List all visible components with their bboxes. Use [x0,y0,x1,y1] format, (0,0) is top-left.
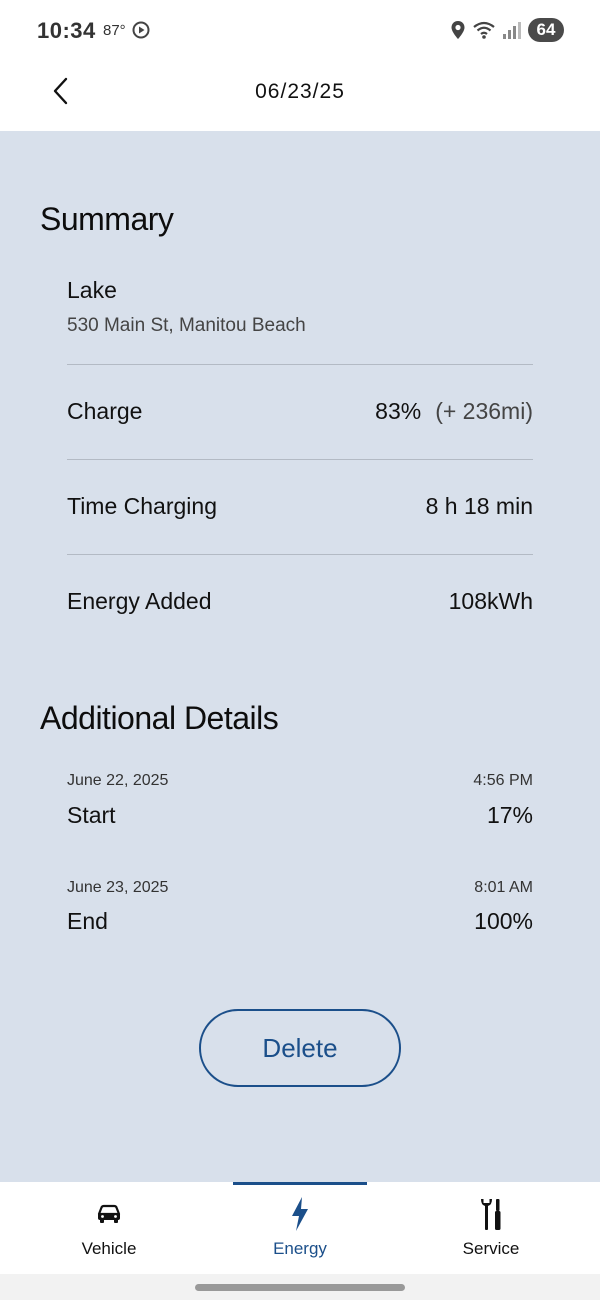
tools-icon [391,1194,591,1234]
divider [67,459,533,460]
gesture-area [0,1274,600,1300]
status-bar: 10:34 87° 64 [0,0,600,60]
location-name: Lake [67,277,117,303]
charge-value-group: 83% (+ 236mi) [375,398,533,425]
play-circle-icon [132,21,150,39]
car-icon [9,1194,209,1234]
nav-label-vehicle: Vehicle [81,1239,137,1258]
signal-icon [503,22,521,39]
header: 06/23/25 [0,60,600,131]
energy-added-value: 108kWh [448,588,533,614]
end-label: End [67,908,108,934]
start-time: 4:56 PM [473,772,533,789]
summary-title: Summary [40,201,174,237]
charge-range: (+ 236mi) [435,398,533,424]
location-icon [451,21,465,39]
status-temperature: 87° [103,22,126,39]
home-gesture-bar[interactable] [195,1284,405,1291]
start-label: Start [67,802,116,828]
end-date: June 23, 2025 [67,879,169,896]
charge-value: 83% [375,398,422,424]
bottom-nav: Vehicle Energy Service [0,1182,600,1274]
nav-label-service: Service [462,1239,520,1258]
status-icons: 64 [450,18,564,42]
energy-added-label: Energy Added [67,588,212,614]
nav-label-energy: Energy [273,1239,327,1258]
start-value: 17% [486,802,533,828]
location-address: 530 Main St, Manitou Beach [67,315,306,336]
delete-button[interactable]: Delete [199,1009,401,1087]
nav-item-service[interactable]: Service [391,1182,591,1274]
end-value: 100% [474,908,533,934]
wifi-icon [473,21,495,39]
battery-icon: 64 [528,18,564,42]
status-time: 10:34 [37,18,96,43]
time-charging-value: 8 h 18 min [425,493,533,519]
nav-item-vehicle[interactable]: Vehicle [9,1182,209,1274]
charge-label: Charge [67,398,143,424]
end-time: 8:01 AM [474,879,533,896]
page-title: 06/23/25 [255,80,345,103]
divider [67,364,533,365]
start-date: June 22, 2025 [67,772,169,789]
additional-details-title: Additional Details [40,700,279,736]
divider [67,554,533,555]
lightning-icon [200,1194,400,1234]
main-content: Summary Lake 530 Main St, Manitou Beach … [0,131,600,1182]
time-charging-label: Time Charging [67,493,217,519]
nav-item-energy[interactable]: Energy [200,1182,400,1274]
